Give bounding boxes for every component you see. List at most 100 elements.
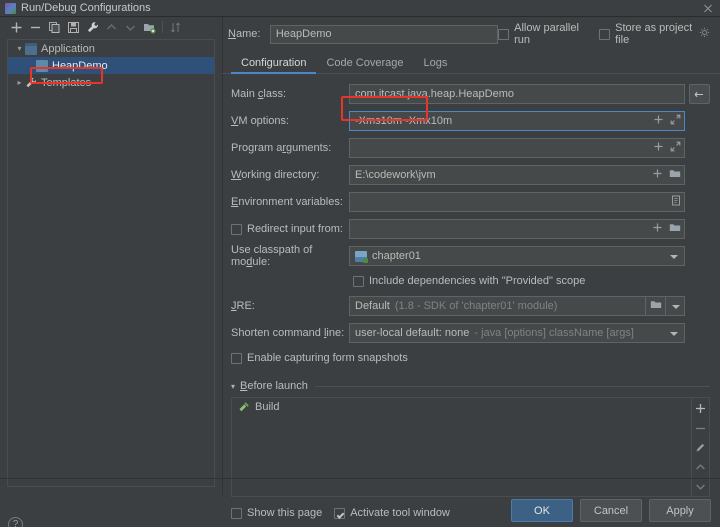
tree-item-label: HeapDemo bbox=[52, 60, 108, 72]
chevron-right-icon[interactable]: ▸ bbox=[14, 74, 25, 91]
add-task-button[interactable] bbox=[692, 398, 709, 418]
plus-icon[interactable] bbox=[652, 168, 663, 182]
shorten-command-line-label: Shorten command line: bbox=[231, 327, 349, 339]
dialog-buttons: OK Cancel Apply bbox=[511, 499, 711, 522]
store-as-project-file-checkbox[interactable]: Store as project file bbox=[599, 22, 710, 46]
redirect-input-field[interactable] bbox=[349, 219, 685, 239]
checkbox-box[interactable] bbox=[353, 276, 364, 287]
program-arguments-label: Program arguments: bbox=[231, 142, 349, 154]
list-item-label: Build bbox=[255, 401, 279, 413]
checkbox-box[interactable] bbox=[231, 224, 242, 235]
redirect-input-icons bbox=[652, 219, 681, 239]
name-label: Name: bbox=[228, 28, 270, 40]
configurations-panel: ▾ Application HeapDemo ▸ Templates bbox=[0, 17, 222, 495]
chevron-down-icon[interactable]: ▾ bbox=[14, 40, 25, 57]
before-launch-rule bbox=[315, 386, 710, 387]
vm-options-row: VM options: -Xms10m -Xmx10m bbox=[231, 111, 710, 131]
edit-task-button[interactable] bbox=[692, 437, 709, 457]
redirect-input-checkbox[interactable]: Redirect input from: bbox=[231, 223, 349, 235]
plus-icon[interactable] bbox=[653, 141, 664, 155]
jre-value: Default bbox=[355, 300, 390, 312]
use-classpath-row: Use classpath of module: chapter01 bbox=[231, 246, 710, 266]
dialog-footer: OK Cancel Apply bbox=[222, 495, 720, 527]
templates-icon bbox=[25, 77, 37, 89]
before-launch-side-buttons bbox=[691, 398, 709, 496]
configurations-toolbar bbox=[0, 17, 222, 37]
redirect-input-label: Redirect input from: bbox=[247, 223, 343, 235]
tree-item-application[interactable]: ▾ Application bbox=[8, 40, 214, 57]
shorten-command-line-combo[interactable]: user-local default: none - java [options… bbox=[349, 323, 685, 343]
footer-divider bbox=[0, 478, 720, 479]
move-task-down-button[interactable] bbox=[692, 476, 709, 496]
editor-tabs: Configuration Code Coverage Logs bbox=[222, 52, 720, 74]
variables-icon[interactable] bbox=[671, 195, 681, 209]
apply-button[interactable]: Apply bbox=[649, 499, 711, 522]
chevron-down-icon[interactable]: ▾ bbox=[231, 382, 235, 391]
arrow-up-icon[interactable] bbox=[102, 18, 121, 36]
enable-capturing-checkbox[interactable]: Enable capturing form snapshots bbox=[231, 352, 408, 364]
vm-options-input[interactable]: -Xms10m -Xmx10m bbox=[349, 111, 685, 131]
cancel-button[interactable]: Cancel bbox=[580, 499, 642, 522]
enable-capturing-label: Enable capturing form snapshots bbox=[247, 352, 408, 364]
folder-add-icon[interactable] bbox=[140, 18, 159, 36]
add-button[interactable] bbox=[7, 18, 26, 36]
redirect-input-control bbox=[349, 219, 685, 239]
hammer-icon bbox=[238, 401, 250, 413]
help-icon[interactable]: ? bbox=[8, 517, 23, 527]
plus-icon[interactable] bbox=[653, 114, 664, 128]
working-directory-row: Working directory: E:\codework\jvm bbox=[231, 165, 710, 185]
chevron-down-icon[interactable] bbox=[670, 255, 678, 259]
configuration-editor-panel: Name: HeapDemo Allow parallel run Store … bbox=[222, 17, 720, 495]
chevron-down-icon[interactable] bbox=[670, 332, 678, 336]
expand-icon[interactable] bbox=[670, 114, 681, 128]
main-class-input[interactable]: com.itcast.java.heap.HeapDemo bbox=[349, 84, 685, 104]
name-input[interactable]: HeapDemo bbox=[270, 25, 498, 44]
help-button[interactable]: ? bbox=[8, 517, 28, 527]
wrench-icon[interactable] bbox=[83, 18, 102, 36]
gear-icon[interactable] bbox=[699, 27, 710, 41]
working-directory-label: Working directory: bbox=[231, 169, 349, 181]
checkbox-box[interactable] bbox=[498, 29, 509, 40]
program-arguments-control bbox=[349, 138, 685, 158]
folder-icon[interactable] bbox=[669, 222, 681, 236]
tree-item-templates[interactable]: ▸ Templates bbox=[8, 74, 214, 91]
jre-combo[interactable]: Default (1.8 - SDK of 'chapter01' module… bbox=[349, 296, 645, 316]
enable-capturing-row: Enable capturing form snapshots bbox=[231, 350, 710, 366]
use-classpath-combo[interactable]: chapter01 bbox=[349, 246, 685, 266]
environment-variables-icons bbox=[671, 192, 681, 212]
tab-configuration[interactable]: Configuration bbox=[231, 57, 316, 73]
before-launch-header[interactable]: ▾ Before launch bbox=[231, 380, 710, 392]
remove-task-button[interactable] bbox=[692, 418, 709, 438]
checkbox-box[interactable] bbox=[231, 353, 242, 364]
tab-logs[interactable]: Logs bbox=[414, 57, 458, 73]
copy-icon[interactable] bbox=[45, 18, 64, 36]
arrow-down-icon[interactable] bbox=[121, 18, 140, 36]
jre-browse-button[interactable] bbox=[645, 296, 665, 316]
include-provided-scope-checkbox[interactable]: Include dependencies with "Provided" sco… bbox=[353, 275, 585, 287]
main-class-browse-button[interactable] bbox=[689, 84, 710, 104]
configurations-tree[interactable]: ▾ Application HeapDemo ▸ Templates bbox=[7, 39, 215, 487]
tree-item-heapdemo[interactable]: HeapDemo bbox=[8, 57, 214, 74]
environment-variables-label: Environment variables: bbox=[231, 196, 349, 208]
close-icon[interactable] bbox=[700, 1, 716, 16]
plus-icon[interactable] bbox=[652, 222, 663, 236]
allow-parallel-run-checkbox[interactable]: Allow parallel run bbox=[498, 22, 585, 46]
ok-button[interactable]: OK bbox=[511, 499, 573, 522]
list-item[interactable]: Build bbox=[232, 398, 691, 415]
working-directory-input[interactable]: E:\codework\jvm bbox=[349, 165, 685, 185]
include-provided-scope-label: Include dependencies with "Provided" sco… bbox=[369, 275, 585, 287]
before-launch-list[interactable]: Build bbox=[232, 398, 691, 496]
folder-icon[interactable] bbox=[669, 168, 681, 182]
remove-button[interactable] bbox=[26, 18, 45, 36]
checkbox-box[interactable] bbox=[599, 29, 610, 40]
use-classpath-value: chapter01 bbox=[372, 250, 421, 262]
redirect-input-row: Redirect input from: bbox=[231, 219, 710, 239]
expand-icon[interactable] bbox=[670, 141, 681, 155]
environment-variables-input[interactable] bbox=[349, 192, 685, 212]
move-task-up-button[interactable] bbox=[692, 457, 709, 477]
save-icon[interactable] bbox=[64, 18, 83, 36]
tab-code-coverage[interactable]: Code Coverage bbox=[316, 57, 413, 73]
program-arguments-input[interactable] bbox=[349, 138, 685, 158]
jre-dropdown-button[interactable] bbox=[665, 296, 685, 316]
sort-icon[interactable] bbox=[166, 18, 185, 36]
